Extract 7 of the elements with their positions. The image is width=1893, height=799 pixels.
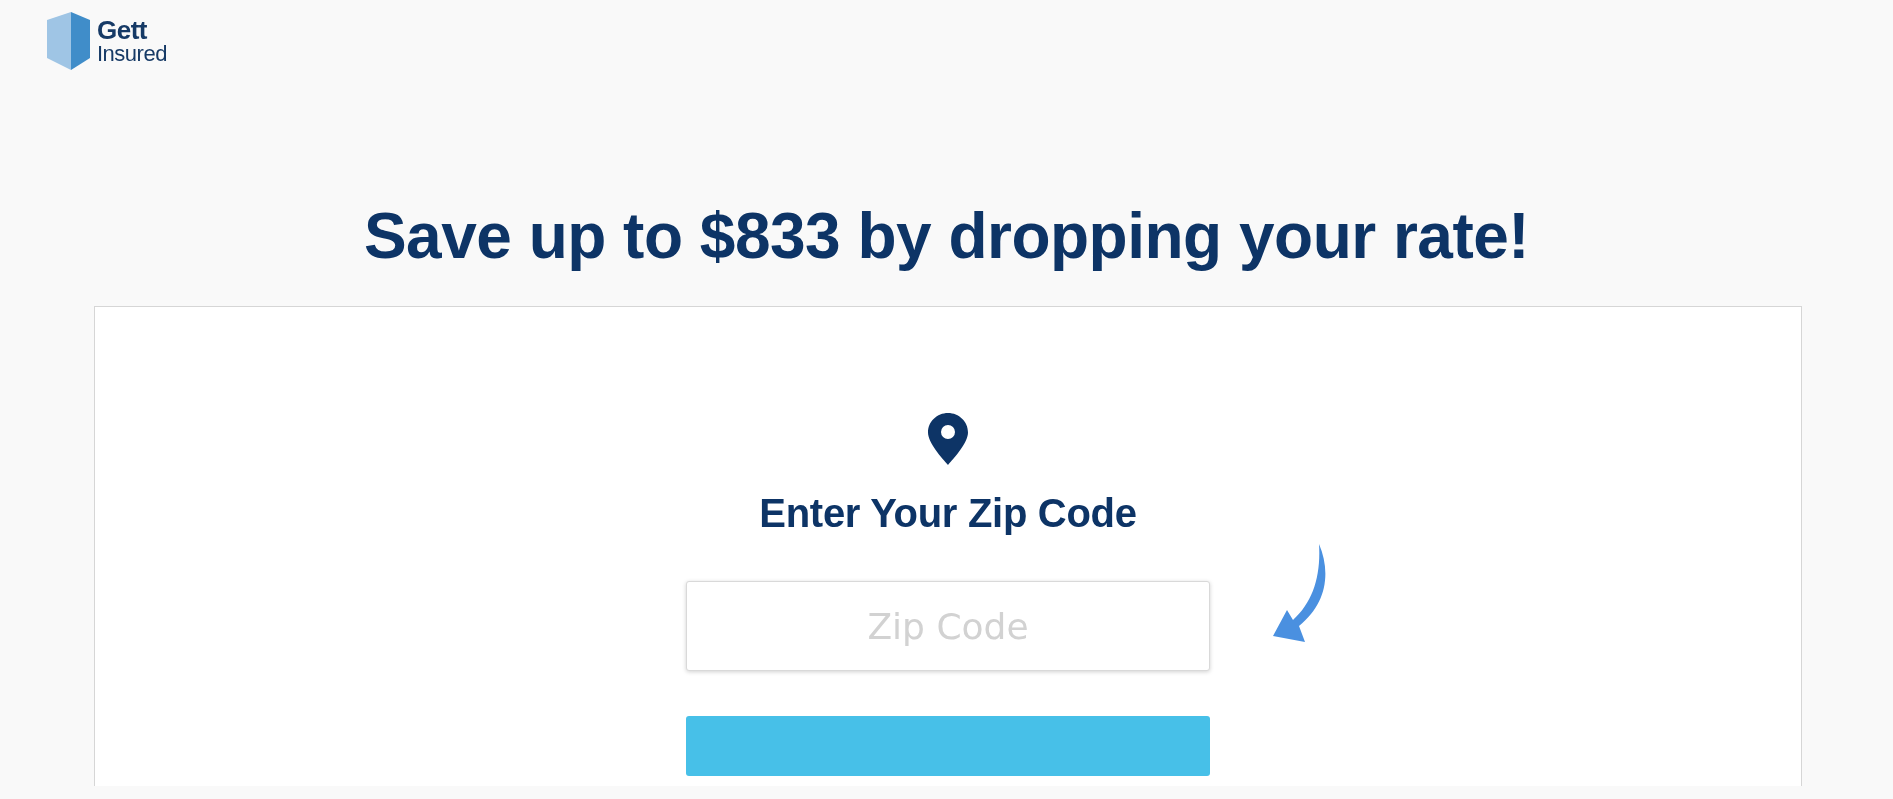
logo-text: Gett [97, 17, 148, 43]
shield-icon [45, 12, 91, 70]
logo-text: Insured [97, 43, 167, 65]
submit-button[interactable] [686, 716, 1210, 776]
headline: Save up to $833 by dropping your rate! [363, 200, 1530, 272]
form-heading: Enter Your Zip Code [759, 490, 1137, 537]
location-pin-icon [928, 413, 968, 465]
